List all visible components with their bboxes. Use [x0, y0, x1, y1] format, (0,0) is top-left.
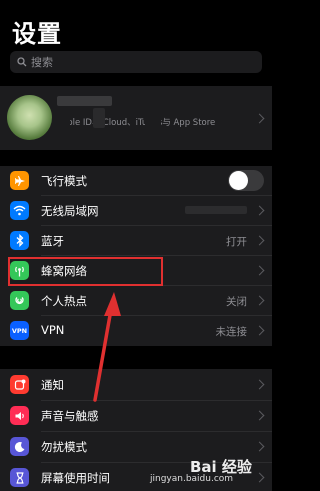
watermark-text: jingyan.baidu.com [150, 474, 234, 484]
red-arrow-annotation [93, 292, 121, 402]
